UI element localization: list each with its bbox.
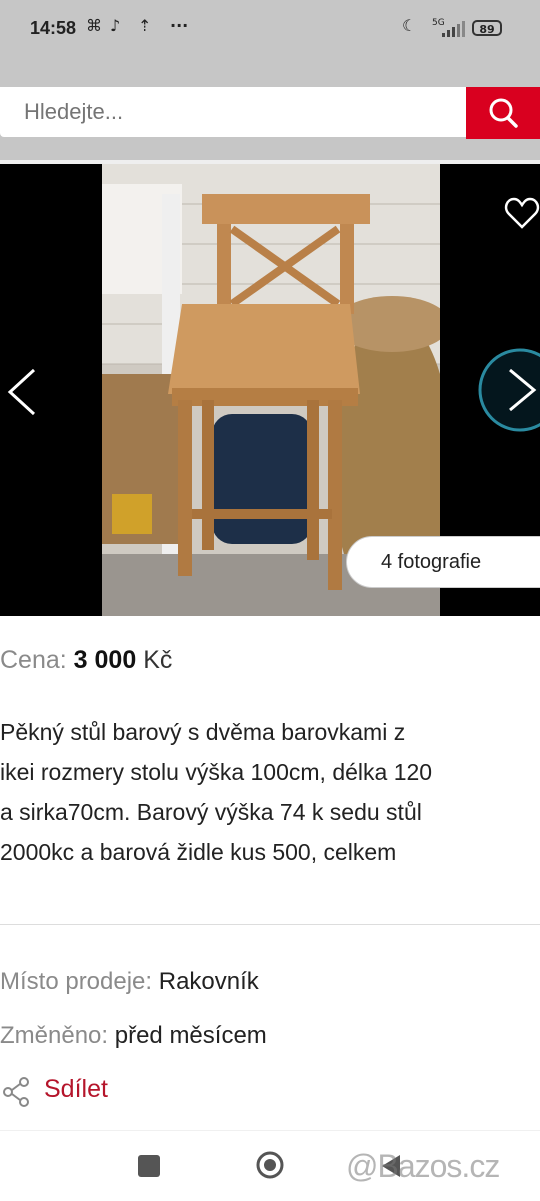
description-line: ikei rozmery stolu výška 100cm, délka 12… — [0, 759, 433, 785]
search-button[interactable] — [466, 87, 540, 139]
divider — [0, 924, 540, 925]
changed-value: před měsícem — [114, 1022, 267, 1049]
description-line: Pěkný stůl barový s dvěma barovkami z — [0, 719, 406, 745]
previous-photo-button[interactable] — [0, 350, 50, 434]
tiktok-icon: ♪ — [110, 16, 121, 35]
search-bar — [0, 87, 540, 139]
chevron-right-icon — [478, 348, 540, 432]
listing-description: Pěkný stůl barový s dvěma barovkami z ik… — [0, 712, 540, 872]
favorite-button[interactable] — [504, 196, 540, 230]
price-currency: Kč — [143, 646, 173, 674]
heart-icon — [504, 197, 540, 229]
more-icon: ··· — [170, 16, 189, 35]
location-value: Rakovník — [158, 968, 259, 995]
price-label: Cena: — [0, 646, 67, 674]
upload-icon: ⇡ — [138, 16, 152, 35]
status-bar: 14:58 ⌘ ♪ ⇡ ··· ☾ 5G 89 — [0, 0, 540, 60]
status-time: 14:58 — [30, 18, 77, 38]
signal-icon — [442, 21, 465, 37]
next-photo-button[interactable] — [478, 348, 540, 432]
moon-icon: ☾ — [402, 16, 417, 35]
share-icon — [3, 1077, 29, 1107]
share-label: Sdílet — [44, 1075, 108, 1103]
search-icon — [489, 98, 518, 128]
changed-label: Změněno: — [0, 1022, 109, 1049]
price-row: Cena: 3 000 Kč — [0, 646, 172, 675]
price-value: 3 000 — [73, 646, 137, 674]
share-button[interactable]: Sdílet — [0, 1072, 200, 1112]
location-row: Místo prodeje: Rakovník — [0, 968, 259, 996]
search-input[interactable] — [0, 87, 466, 137]
chevron-left-icon — [7, 368, 36, 416]
watermark-text: @Bazos.cz — [346, 1148, 500, 1184]
photo-count-button[interactable]: 4 fotografie — [346, 536, 540, 588]
changed-row: Změněno: před měsícem — [0, 1022, 267, 1050]
battery-icon: 89 — [472, 20, 502, 36]
location-label: Místo prodeje: — [0, 968, 153, 995]
notification-icon: ⌘ — [86, 16, 102, 35]
recent-apps-button[interactable] — [138, 1155, 160, 1177]
description-line: 2000kc a barová židle kus 500, celkem — [0, 839, 397, 865]
home-button[interactable] — [256, 1151, 284, 1179]
description-line: a sirka70cm. Barový výška 74 k sedu stůl — [0, 799, 422, 825]
